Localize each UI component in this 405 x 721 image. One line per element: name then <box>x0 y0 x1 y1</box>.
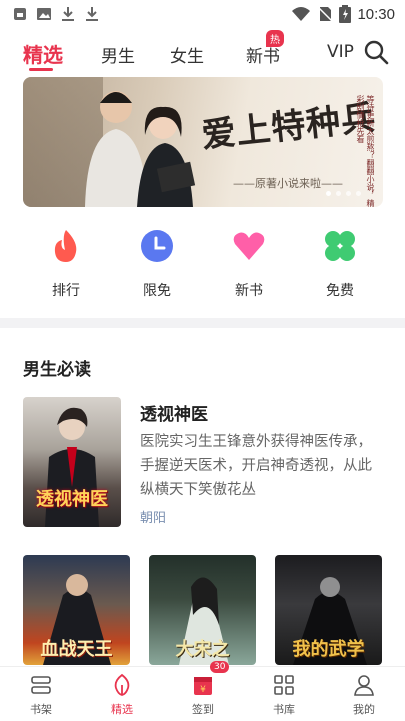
cover-title-art: 我的武学 <box>292 639 365 660</box>
quick-entry-ranking[interactable]: 排行 <box>26 228 106 300</box>
quick-entry-label: 排行 <box>52 283 80 299</box>
cover-title-art: 大宋之 <box>175 639 230 660</box>
pagination-dot <box>336 191 341 196</box>
search-icon[interactable] <box>363 39 389 65</box>
checkin-badge: 30 <box>210 661 230 673</box>
image-icon <box>37 8 51 20</box>
top-nav: 精选 男生 女生 新书 热 VIP <box>0 30 405 76</box>
book-cover[interactable]: 血战天王 <box>23 555 130 665</box>
quick-entry-label: 免费 <box>326 283 354 299</box>
pagination-dot <box>326 191 331 196</box>
quick-entry-new-books[interactable]: 新书 <box>209 228 289 300</box>
pagination-dot <box>346 191 351 196</box>
section-divider <box>0 318 405 328</box>
bottom-nav-library[interactable]: 书库 <box>254 673 314 717</box>
bottom-nav-profile[interactable]: 我的 <box>334 673 394 717</box>
bottom-nav-bookshelf[interactable]: 书架 <box>11 673 71 717</box>
book-author: 朝阳 <box>140 511 167 526</box>
battery-icon <box>339 5 352 23</box>
banner-pagination <box>326 191 361 196</box>
banner-female-figure <box>137 106 196 207</box>
bottom-nav-label: 书架 <box>30 703 52 716</box>
featured-icon <box>114 673 130 696</box>
book-title[interactable]: 透视神医 <box>140 400 208 425</box>
status-right-icons: 10:30 <box>291 5 395 23</box>
download-icon <box>62 7 74 21</box>
hot-badge: 热 <box>266 30 284 47</box>
tab-female[interactable]: 女生 <box>170 42 204 67</box>
promo-banner[interactable]: 爱上特种兵 等待更新太煎熬？翻翻小说，精彩剧情抢先看 ——原著小说来啦—— <box>23 77 383 207</box>
book-cover[interactable]: 透视神医 <box>23 397 121 527</box>
active-tab-indicator <box>29 68 53 71</box>
quick-entry-label: 限免 <box>143 283 171 299</box>
quick-entry-limited-free[interactable]: 限免 <box>117 228 197 300</box>
cover-title-art: 血战天王 <box>40 639 113 660</box>
bottom-nav-label: 精选 <box>111 703 133 716</box>
no-sim-icon <box>317 6 333 22</box>
checkin-icon: ¥ <box>194 677 212 695</box>
cover-title-art: 透视神医 <box>36 489 108 510</box>
quick-entries: 排行 限免 新书 免费 <box>0 228 405 308</box>
book-description: 医院实习生王锋意外获得神医传承，手握逆天医术，开启神奇透视，从此纵横天下笑傲花丛 <box>140 434 372 498</box>
bottom-nav-featured[interactable]: 精选 <box>92 673 152 717</box>
tab-male[interactable]: 男生 <box>101 42 135 67</box>
profile-icon <box>354 675 374 696</box>
download-icon <box>86 7 98 21</box>
clock-icon <box>141 230 173 262</box>
section-title: 男生必读 <box>23 360 91 380</box>
bottom-nav-label: 签到 <box>192 703 214 716</box>
pagination-dot <box>356 191 361 196</box>
book-grid: 血战天王 大宋之 我的武学 <box>23 555 383 665</box>
quick-entry-label: 新书 <box>235 283 263 299</box>
banner-subtitle: ——原著小说来啦—— <box>233 177 343 190</box>
clover-icon <box>325 231 355 261</box>
status-left-icons <box>12 6 100 22</box>
status-bar: 10:30 <box>0 0 405 30</box>
bottom-nav: 书架 精选 ¥ 签到 30 书库 我的 <box>0 661 405 721</box>
bookshelf-icon <box>31 676 51 694</box>
book-cover[interactable]: 我的武学 <box>275 555 382 665</box>
tab-vip[interactable]: VIP <box>327 42 354 62</box>
wifi-icon <box>292 7 311 21</box>
bottom-nav-label: 我的 <box>353 703 375 716</box>
heart-icon <box>233 232 265 260</box>
library-icon <box>274 675 294 695</box>
notification-icon <box>14 8 26 20</box>
status-time: 10:30 <box>357 5 395 23</box>
svg-text:¥: ¥ <box>200 685 206 695</box>
bottom-nav-checkin[interactable]: ¥ 签到 <box>173 673 233 717</box>
flame-icon <box>54 230 77 262</box>
quick-entry-free[interactable]: 免费 <box>300 228 380 300</box>
book-cover[interactable]: 大宋之 <box>149 555 256 665</box>
tab-featured[interactable]: 精选 <box>23 39 63 68</box>
featured-book[interactable]: 透视神医 透视神医 医院实习生王锋意外获得神医传承，手握逆天医术，开启神奇透视，… <box>23 397 383 529</box>
bottom-nav-label: 书库 <box>273 703 295 716</box>
